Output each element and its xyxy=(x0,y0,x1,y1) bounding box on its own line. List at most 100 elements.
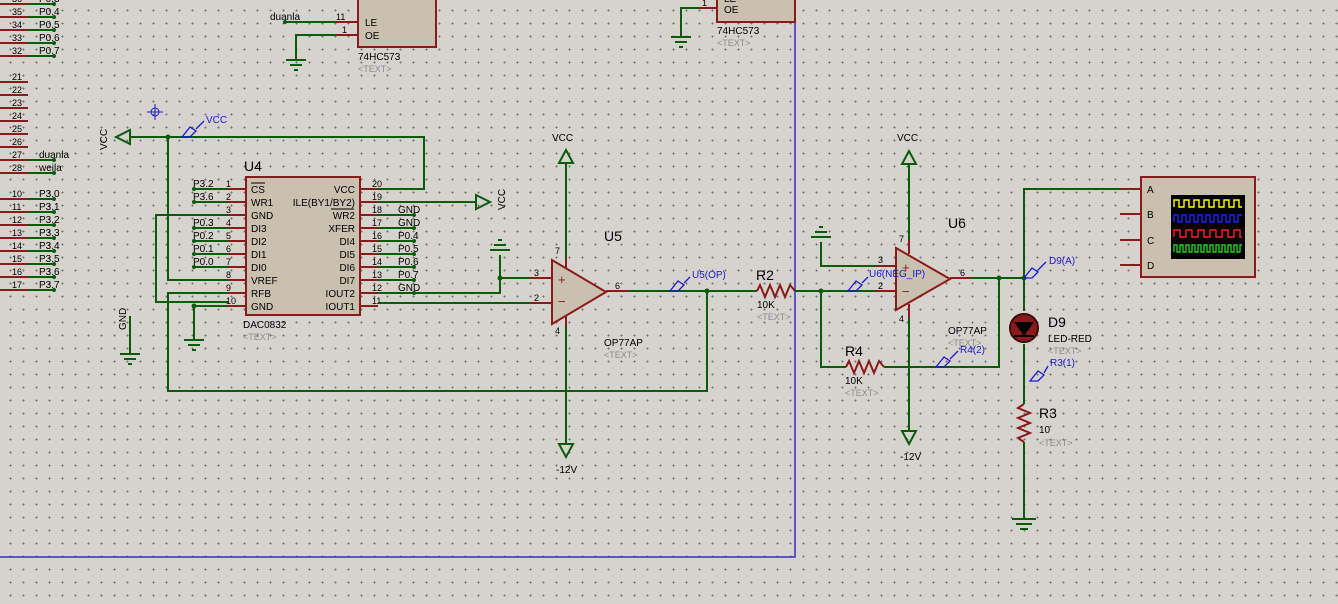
schematic[interactable]: 36P0.335P0.434P0.533P0.632P0.72122232425… xyxy=(0,0,1338,604)
scope-ch-b: B xyxy=(1147,210,1154,221)
mcu-pin-num-23: 23 xyxy=(12,98,22,108)
r2-value: 10K xyxy=(757,300,775,311)
u4-net-4: P0.3 xyxy=(193,218,214,229)
latch-74hc573-2[interactable]: LE OE 1 74HC573 <TEXT> xyxy=(671,0,796,48)
u4-net-17: GND xyxy=(398,218,420,229)
probe-u5[interactable]: U5(OP) xyxy=(668,270,726,292)
r4-ref: R4 xyxy=(845,343,863,359)
mcu-net-33: P0.6 xyxy=(39,33,60,44)
mcu-pin-num-34: 34 xyxy=(12,20,22,30)
u4-pin-num-7: 7 xyxy=(226,257,231,267)
r4-body[interactable] xyxy=(845,358,885,376)
u6-part: OP77AP xyxy=(948,326,987,337)
u5-plus: + xyxy=(558,272,566,287)
u4-pin-name-2: WR1 xyxy=(251,198,274,209)
mcu-pin-num-25: 25 xyxy=(12,124,22,134)
mcu-pin-num-14: 14 xyxy=(12,241,22,251)
u4-pin-num-8: 8 xyxy=(226,270,231,280)
latch1-part: 74HC573 xyxy=(358,52,401,63)
u4-net-14: P0.6 xyxy=(398,257,419,268)
resistor-r2[interactable]: R2 10K <TEXT> xyxy=(756,267,876,322)
probe-d9[interactable]: D9(A) xyxy=(1022,256,1075,279)
u4-pin-name-12: IOUT2 xyxy=(326,289,356,300)
mcu-net-12: P3.2 xyxy=(39,215,60,226)
u4-net-16: P0.4 xyxy=(398,231,419,242)
u4-part: DAC0832 xyxy=(243,320,287,331)
u6-pin3-num: 3 xyxy=(878,255,883,265)
probe-r3-icon xyxy=(1028,365,1049,382)
mcu-net-14: P3.4 xyxy=(39,241,60,252)
u6-ref: U6 xyxy=(948,215,966,231)
u4-pin-name-1: CS xyxy=(251,185,265,196)
u4-net-13: P0.7 xyxy=(398,270,419,281)
u5-neg-label: -12V xyxy=(556,465,577,476)
d9-placeholder: <TEXT> xyxy=(1048,346,1082,356)
r2-body[interactable] xyxy=(756,282,796,300)
mcu-pin-num-33: 33 xyxy=(12,33,22,43)
r2-ref: R2 xyxy=(756,267,774,283)
crosshair-marker xyxy=(147,104,163,120)
u6-vcc-arrow xyxy=(900,148,918,165)
u4-placeholder: <TEXT> xyxy=(243,332,277,342)
latch1-le-label: LE xyxy=(365,18,378,29)
mcu-pin-num-15: 15 xyxy=(12,254,22,264)
probe-r4[interactable]: R4(2) xyxy=(934,345,985,368)
latch-74hc573-1[interactable]: LE OE 11 1 duanla 74HC573 <TEXT> xyxy=(270,0,437,74)
mcu-pin-num-32: 32 xyxy=(12,46,22,56)
u6-pin4-num: 4 xyxy=(899,314,904,324)
opamp-u5[interactable]: U5 + − 3 2 6 7 4 OP77AP <TEXT> VCC -12V xyxy=(378,133,757,476)
u4-pin-num-4: 4 xyxy=(226,218,231,228)
u4-pin-name-17: XFER xyxy=(328,224,355,235)
u6-pin6-num: 6 xyxy=(960,268,965,278)
u5-pin4-num: 4 xyxy=(555,326,560,336)
u6-plus-gnd-symbol xyxy=(811,226,831,238)
u4-net-15: P0.5 xyxy=(398,244,419,255)
u5-vcc-arrow xyxy=(557,147,575,164)
schematic-canvas[interactable]: 36P0.335P0.434P0.533P0.632P0.72122232425… xyxy=(0,0,1338,604)
u4-pin-name-9: RFB xyxy=(251,289,271,300)
u5-body[interactable] xyxy=(551,258,608,326)
u4-pin-name-8: VREF xyxy=(251,276,278,287)
probe-u6-label: U6(NEG_IP) xyxy=(869,269,925,280)
latch1-le-num: 11 xyxy=(336,12,345,22)
mcu-pin-num-17: 17 xyxy=(12,280,22,290)
u4-pin-num-17: 17 xyxy=(372,218,382,228)
latch1-oe-label: OE xyxy=(365,31,380,42)
u4-pin-name-10: GND xyxy=(251,302,273,313)
r3-body[interactable] xyxy=(1015,403,1033,443)
mcu-net-34: P0.5 xyxy=(39,20,60,31)
probe-r3[interactable]: R3(1) xyxy=(1028,358,1075,382)
u4-pin-num-16: 16 xyxy=(372,231,382,241)
probe-vcc[interactable]: VCC xyxy=(180,115,227,138)
probe-d9-label: D9(A) xyxy=(1049,256,1075,267)
mcu-pin-num-28: 28 xyxy=(12,163,22,173)
junction-dac-gnd10 xyxy=(191,303,197,309)
latch2-oe-label: OE xyxy=(724,5,739,16)
mcu-net-10: P3.0 xyxy=(39,189,60,200)
u4-pin-name-18: WR2 xyxy=(333,211,356,222)
u4-pin-name-4: DI3 xyxy=(251,224,267,235)
led-d9[interactable]: D9 LED-RED <TEXT> xyxy=(1009,278,1092,404)
r3-ref: R3 xyxy=(1039,405,1057,421)
u4-net-2: P3.6 xyxy=(193,192,214,203)
u4-pin-name-7: DI0 xyxy=(251,263,267,274)
opamp-u6[interactable]: U6 + − 3 2 6 7 4 OP77AP <TEXT> VCC -12V xyxy=(811,133,1027,463)
u4-pin-name-16: DI4 xyxy=(339,237,355,248)
vcc-ile-label: VCC xyxy=(497,189,508,210)
scope-ch-d: D xyxy=(1147,261,1154,272)
probe-u6-icon xyxy=(846,276,869,292)
d9-ref: D9 xyxy=(1048,314,1066,330)
u4-pin-num-2: 2 xyxy=(226,192,231,202)
u4-net-5: P0.2 xyxy=(193,231,214,242)
mcu-pin-stubs: 36 P0.3 35 P0.4 34 P0.5 33 P0.6 32 P0.7 21 22 23 24 25… xyxy=(0,0,69,292)
wire-dac-gnd10 xyxy=(193,305,228,340)
u4-net-7: P0.0 xyxy=(193,257,214,268)
resistor-r3[interactable]: R3 10 <TEXT> xyxy=(1012,403,1073,530)
gnd-left-symbol xyxy=(120,353,140,365)
wire-latch1-oe-gnd xyxy=(295,34,336,60)
u4-pin-num-19: 19 xyxy=(372,192,382,202)
latch2-placeholder: <TEXT> xyxy=(717,38,751,48)
u5-part: OP77AP xyxy=(604,338,643,349)
u6-vcc-label: VCC xyxy=(897,133,918,144)
resistor-r4[interactable]: R4 10K <TEXT> xyxy=(845,343,885,398)
